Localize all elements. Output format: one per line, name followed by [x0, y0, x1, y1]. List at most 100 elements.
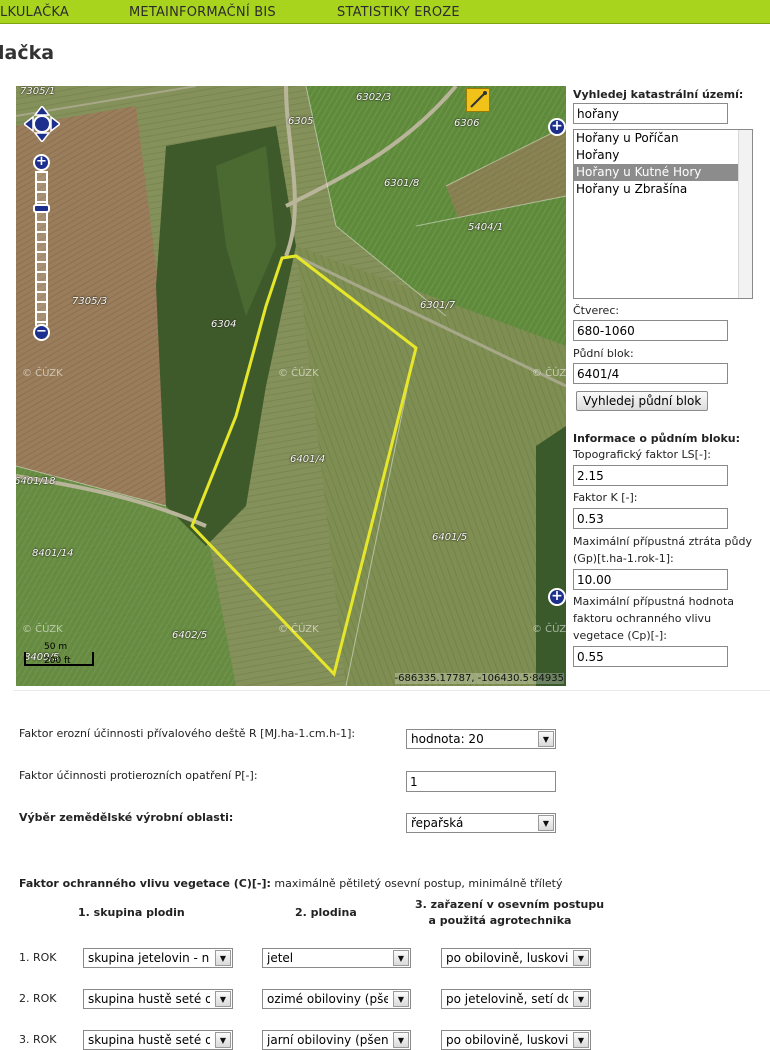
- square-input[interactable]: [573, 320, 728, 341]
- group-select[interactable]: skupina hustě seté ol ▼: [83, 989, 233, 1009]
- list-item[interactable]: Hořany u Zbrašína: [574, 181, 752, 198]
- k-value[interactable]: [573, 508, 728, 529]
- parcel-label: 7305/3: [72, 296, 108, 307]
- chevron-down-icon: ▼: [215, 991, 231, 1007]
- r-factor-label: Faktor erozní účinnosti přívalového dešt…: [19, 727, 356, 740]
- square-label: Čtverec:: [573, 304, 620, 317]
- column-header-placement: 3. zařazení v osevním postupu: [415, 898, 605, 911]
- column-header-group: 1. skupina plodin: [78, 906, 185, 919]
- copyright-watermark: © ČÚZK: [532, 368, 566, 379]
- chevron-down-icon: ▼: [393, 991, 409, 1007]
- parcel-label: 6402/5: [172, 630, 208, 641]
- search-input[interactable]: [573, 103, 728, 124]
- chevron-down-icon: ▼: [393, 1032, 409, 1048]
- parcel-label: 6305: [288, 116, 314, 127]
- cp-value[interactable]: [573, 646, 728, 667]
- parcel-label: 8401/14: [32, 548, 74, 559]
- zoom-out-icon[interactable]: −: [33, 324, 50, 341]
- year-label: 3. ROK: [19, 1033, 57, 1046]
- cp-label-line3: vegetace (Cp)[-]:: [573, 629, 667, 642]
- expand-panel-icon[interactable]: +: [548, 118, 566, 136]
- block-input[interactable]: [573, 363, 728, 384]
- c-factor-label-rest: maximálně pětiletý osevní postup, minimá…: [270, 877, 563, 890]
- r-factor-select[interactable]: hodnota: 20 ▼: [406, 729, 556, 749]
- map-view[interactable]: 7305/1 6302/3 6305 6306 6301/8 5404/1 73…: [16, 86, 566, 686]
- list-item-selected[interactable]: Hořany u Kutné Hory: [574, 164, 752, 181]
- c-factor-label: Faktor ochranného vlivu vegetace (C)[-]:…: [19, 877, 563, 890]
- cp-label-line2: faktoru ochranného vlivu: [573, 612, 712, 625]
- measure-tool-icon[interactable]: [466, 88, 490, 112]
- copyright-watermark: © ČÚZK: [22, 624, 63, 635]
- gp-value[interactable]: [573, 569, 728, 590]
- copyright-watermark: © ČÚZK: [278, 368, 319, 379]
- list-item[interactable]: Hořany: [574, 147, 752, 164]
- page-title: lačka: [0, 42, 55, 64]
- orthophoto-background: [16, 86, 566, 686]
- top-nav: LKULAČKA METAINFORMAČNÍ BIS STATISTIKY E…: [0, 0, 770, 24]
- nav-item-metainformacni-bis[interactable]: METAINFORMAČNÍ BIS: [129, 5, 276, 20]
- expand-panel-icon[interactable]: +: [548, 588, 566, 606]
- p-factor-input[interactable]: [406, 771, 556, 792]
- copyright-watermark: © ČÚZK: [278, 624, 319, 635]
- calculation-form: Faktor erozní účinnosti přívalového dešt…: [13, 690, 770, 1050]
- gp-label: Maximální přípustná ztráta půdy: [573, 535, 752, 548]
- zoom-slider[interactable]: [35, 171, 48, 326]
- chevron-down-icon: ▼: [573, 950, 589, 966]
- year-label: 2. ROK: [19, 992, 57, 1005]
- list-scrollbar[interactable]: [738, 130, 752, 298]
- cp-label: Maximální přípustná hodnota: [573, 595, 735, 608]
- parcel-label: 6306: [454, 118, 480, 129]
- parcel-label: 6401/4: [290, 454, 326, 465]
- block-label: Půdní blok:: [573, 347, 634, 360]
- zoom-in-icon[interactable]: +: [33, 154, 50, 171]
- list-item[interactable]: Hořany u Poříčan: [574, 130, 752, 147]
- scale-label-feet: 200 ft: [44, 656, 71, 666]
- pan-right-icon: [50, 115, 60, 133]
- chevron-down-icon: ▼: [538, 731, 554, 747]
- chevron-down-icon: ▼: [393, 950, 409, 966]
- group-select[interactable]: skupina jetelovin - nej ▼: [83, 948, 233, 968]
- cursor-coordinates: -686335.17787, -106430.5·84935: [394, 673, 564, 684]
- info-heading: Informace o půdním bloku:: [573, 432, 740, 445]
- c-factor-label-bold: Faktor ochranného vlivu vegetace (C)[-]:: [19, 877, 271, 890]
- parcel-label: 6302/3: [356, 92, 392, 103]
- nav-item-statistiky-eroze[interactable]: STATISTIKY EROZE: [337, 5, 460, 20]
- placement-select[interactable]: po obilovině, luskovin ▼: [441, 1030, 591, 1050]
- pan-down-icon: [33, 132, 51, 142]
- parcel-label: 6301/8: [384, 178, 420, 189]
- chevron-down-icon: ▼: [215, 950, 231, 966]
- parcel-label: 6301/7: [420, 300, 456, 311]
- area-label: Výběr zemědělské výrobní oblasti:: [19, 811, 234, 824]
- parcel-label: 6401/5: [432, 532, 468, 543]
- chevron-down-icon: ▼: [573, 1032, 589, 1048]
- crop-select[interactable]: ozimé obiloviny (pšen ▼: [262, 989, 411, 1009]
- p-factor-label: Faktor účinnosti protierozních opatření …: [19, 769, 258, 782]
- column-header-placement-line2: a použitá agrotechnika: [428, 914, 572, 927]
- year-label: 1. ROK: [19, 951, 57, 964]
- crop-select[interactable]: jarní obiloviny (pšenic ▼: [262, 1030, 411, 1050]
- ls-value[interactable]: [573, 465, 728, 486]
- crop-select[interactable]: jetel ▼: [262, 948, 411, 968]
- chevron-down-icon: ▼: [573, 991, 589, 1007]
- area-select[interactable]: řepařská ▼: [406, 813, 556, 833]
- search-label: Vyhledej katastrální území:: [573, 88, 744, 101]
- placement-select[interactable]: po jetelovině, setí do ▼: [441, 989, 591, 1009]
- scale-label-meters: 50 m: [44, 642, 68, 652]
- find-block-button[interactable]: Vyhledej půdní blok: [576, 391, 709, 411]
- gp-label-units: (Gp)[t.ha-1.rok-1]:: [573, 552, 674, 565]
- pan-left-icon: [24, 115, 34, 133]
- copyright-watermark: © ČÚZK: [532, 624, 566, 635]
- placement-select[interactable]: po obilovině, luskovin ▼: [441, 948, 591, 968]
- chevron-down-icon: ▼: [215, 1032, 231, 1048]
- results-listbox[interactable]: Hořany u Poříčan Hořany Hořany u Kutné H…: [573, 129, 753, 299]
- parcel-label: 6401/18: [16, 476, 56, 487]
- column-header-crop: 2. plodina: [295, 906, 357, 919]
- k-label: Faktor K [-]:: [573, 491, 638, 504]
- parcel-label: 7305/1: [20, 86, 56, 97]
- pan-control[interactable]: [24, 106, 60, 142]
- nav-item-kalkulacka[interactable]: LKULAČKA: [0, 5, 69, 20]
- group-select[interactable]: skupina hustě seté ol ▼: [83, 1030, 233, 1050]
- pan-up-icon: [33, 106, 51, 116]
- zoom-slider-handle[interactable]: [33, 204, 50, 213]
- parcel-label: 5404/1: [468, 222, 504, 233]
